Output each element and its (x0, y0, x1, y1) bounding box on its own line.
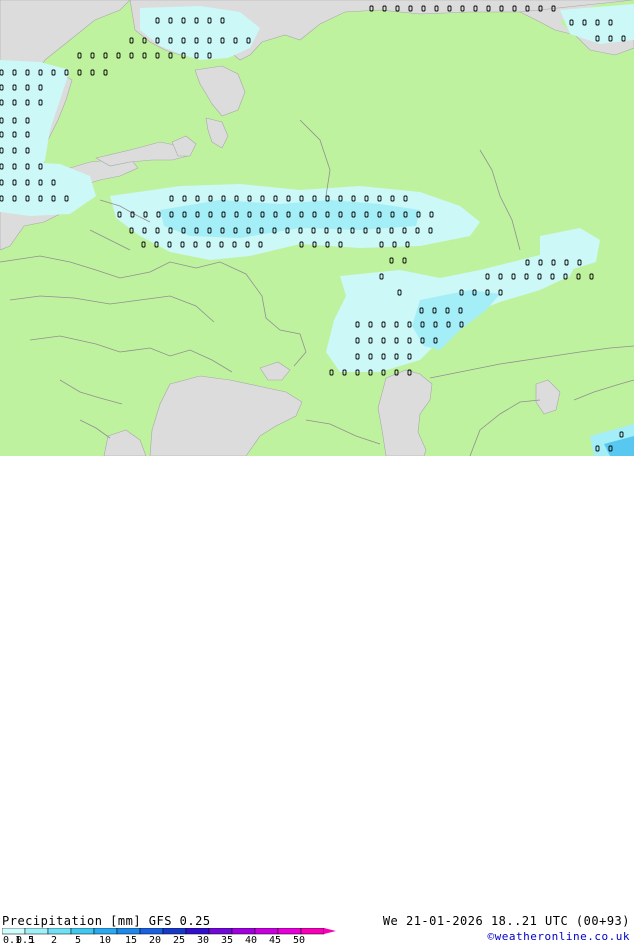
scale-label: 50 (293, 935, 306, 946)
scale-cell (162, 928, 187, 935)
scale-label: 10 (99, 935, 112, 946)
scale-label: 45 (269, 935, 282, 946)
scale-cell (185, 928, 210, 935)
scale-label: 15 (125, 935, 138, 946)
map-area (0, 0, 634, 456)
scale-cell (24, 928, 49, 935)
legend-title: Precipitation [mm] GFS 0.25 (2, 914, 211, 928)
scale-cell (2, 928, 26, 935)
credit-text: ©weatheronline.co.uk (487, 930, 630, 943)
scale-label: 25 (173, 935, 186, 946)
scale-label: 30 (197, 935, 210, 946)
scale-label: 5 (75, 935, 82, 946)
scale-label: 20 (149, 935, 162, 946)
scale-cell (231, 928, 256, 935)
scale-arrow (324, 928, 336, 934)
scale-cell (70, 928, 95, 935)
scale-cell (47, 928, 72, 935)
scale-labels: 0.1 0.5 1 2 5 10 15 20 25 30 35 40 45 50 (0, 935, 340, 947)
scale-cell (277, 928, 302, 935)
scale-label: 2 (51, 935, 58, 946)
scale-label: 35 (221, 935, 234, 946)
legend-bar: Precipitation [mm] GFS 0.25 We 21-01-202… (0, 456, 634, 946)
valid-time: We 21-01-2026 18..21 UTC (00+93) (382, 914, 630, 928)
credit: ©weatheronline.co.uk (488, 930, 630, 944)
scale-cell (254, 928, 279, 935)
scale-label: 40 (245, 935, 258, 946)
scale-cell (139, 928, 164, 935)
scale-cell (300, 928, 325, 935)
scale-cell (93, 928, 118, 935)
scale-cell (116, 928, 141, 935)
precipitation-map (0, 0, 634, 456)
scale-label: 1 (29, 935, 36, 946)
scale-cell (208, 928, 233, 935)
